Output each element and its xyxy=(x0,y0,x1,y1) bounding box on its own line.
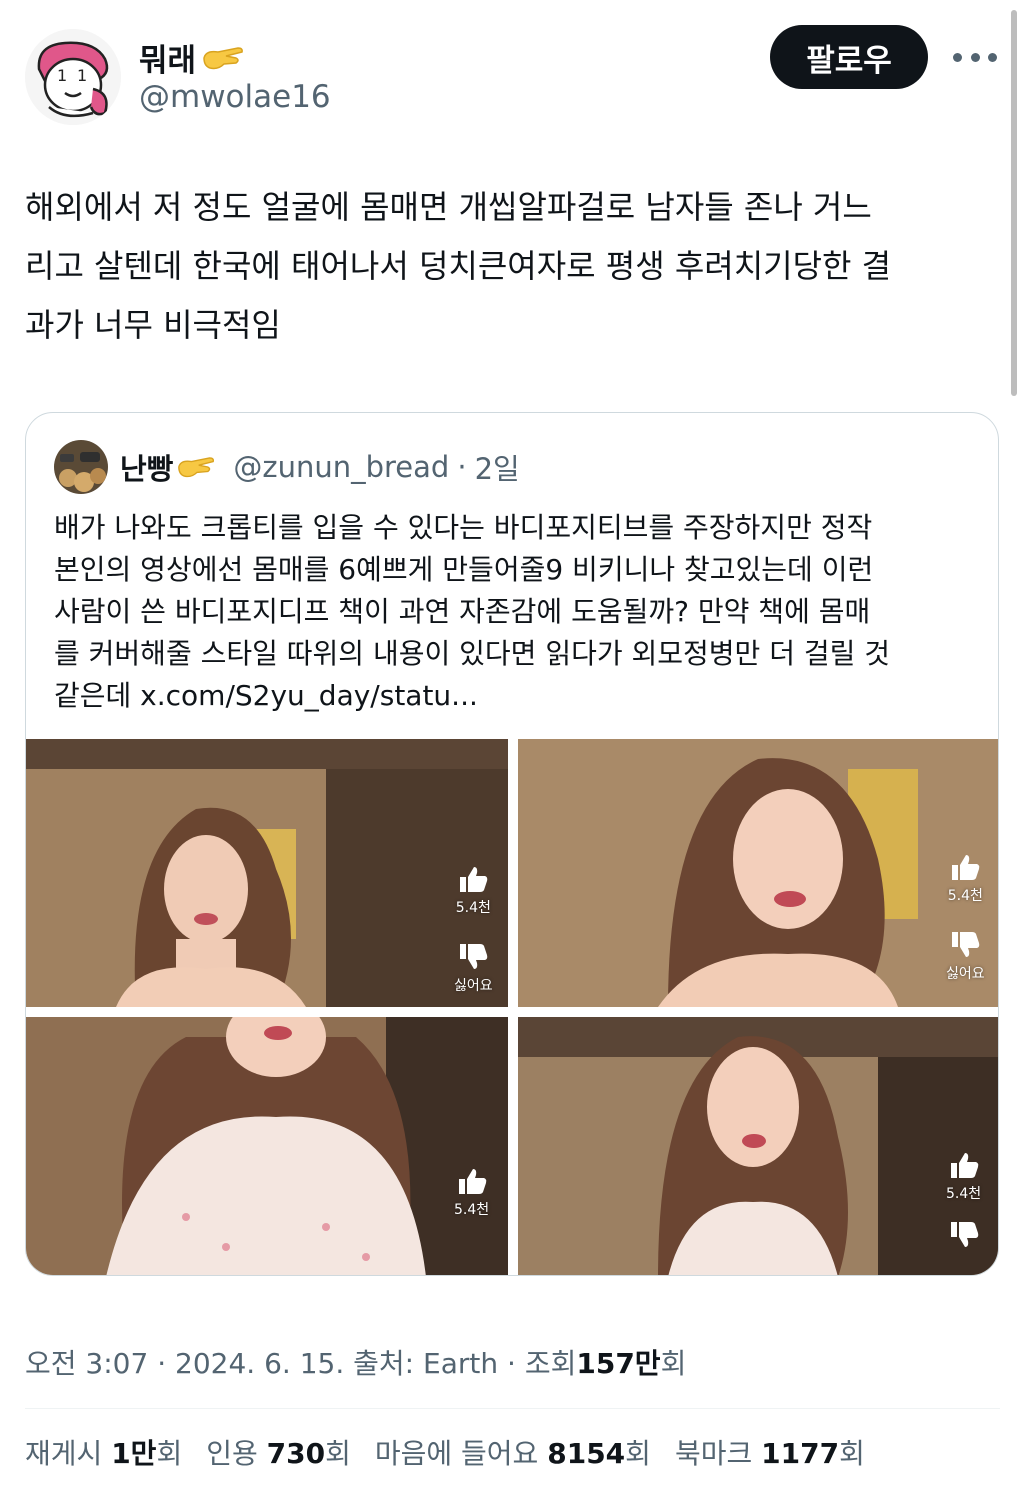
likes-label: 마음에 들어요 xyxy=(374,1437,539,1470)
separator-dot: · xyxy=(507,1347,516,1380)
pinching-hand-emoji-icon xyxy=(203,46,243,69)
like-count: 5.4천 xyxy=(455,900,491,916)
likes-unit: 회 xyxy=(625,1437,651,1470)
tweet-meta: 오전 3:07 · 2024. 6. 15. 출처: Earth · 조회157… xyxy=(25,1342,686,1382)
author-name[interactable]: 뭐래 xyxy=(139,35,196,80)
views-unit: 회 xyxy=(660,1347,687,1380)
thumbs-up-icon[interactable] xyxy=(457,1167,487,1195)
svg-text:1: 1 xyxy=(77,66,87,85)
separator-dot: · xyxy=(157,1347,167,1380)
quotes-stat[interactable]: 인용 730회 xyxy=(206,1432,351,1472)
likes-count: 8154 xyxy=(547,1437,626,1470)
bookmarks-unit: 회 xyxy=(839,1437,865,1470)
engagement-stats: 재게시 1만회 인용 730회 마음에 들어요 8154회 북마크 1177회 xyxy=(25,1432,865,1472)
media-image-3[interactable]: 5.4천 xyxy=(26,1017,508,1275)
thumbs-up-icon[interactable] xyxy=(950,853,980,881)
author-avatar[interactable]: 1 1 xyxy=(25,29,121,125)
tweet-source: Earth xyxy=(423,1347,499,1380)
tweet-time[interactable]: 오전 3:07 xyxy=(25,1347,148,1380)
views-count: 157만 xyxy=(576,1347,661,1380)
views-label: 조회 xyxy=(524,1347,577,1380)
thumbs-down-icon[interactable] xyxy=(458,943,488,971)
separator-dot: · xyxy=(457,450,467,484)
pinching-hand-emoji-icon xyxy=(178,457,215,478)
quotes-count: 730 xyxy=(266,1437,326,1470)
author-handle[interactable]: @mwolae16 xyxy=(139,79,331,115)
like-count: 5.4천 xyxy=(946,1186,982,1202)
retweets-unit: 회 xyxy=(156,1437,183,1470)
bookmarks-count: 1177 xyxy=(761,1437,840,1470)
quotes-label: 인용 xyxy=(206,1437,258,1470)
svg-text:1: 1 xyxy=(57,66,67,85)
media-1-reactions: 5.4천 싫어요 xyxy=(454,865,493,995)
source-label: 출처: xyxy=(353,1347,415,1380)
follow-button[interactable]: 팔로우 xyxy=(770,25,928,89)
thumbs-down-icon[interactable] xyxy=(950,931,980,959)
bookmarks-stat[interactable]: 북마크 1177회 xyxy=(675,1432,865,1472)
author-name-row[interactable]: 뭐래 xyxy=(139,35,244,80)
tweet-date[interactable]: 2024. 6. 15. xyxy=(175,1347,344,1380)
quoted-tweet-date[interactable]: 2일 xyxy=(475,446,520,488)
media-4-reactions: 5.4천 xyxy=(946,1151,981,1249)
thumbs-up-icon[interactable] xyxy=(949,1151,979,1179)
divider xyxy=(25,1408,1000,1409)
media-image-2[interactable]: 5.4천 싫어요 xyxy=(518,739,998,1007)
tweet-text: 해외에서 저 정도 얼굴에 몸매면 개씹알파걸로 남자들 존나 거느 리고 살텐… xyxy=(25,188,892,344)
likes-stat[interactable]: 마음에 들어요 8154회 xyxy=(375,1432,651,1472)
dislike-label: 싫어요 xyxy=(454,978,493,994)
dislike-label: 싫어요 xyxy=(946,966,985,982)
media-grid: 5.4천 싫어요 5.4천 싫어요 5.4천 5.4천 xyxy=(26,739,998,1275)
thumbs-down-icon[interactable] xyxy=(949,1221,979,1249)
retweets-label: 재게시 xyxy=(25,1437,103,1470)
thumbs-up-icon[interactable] xyxy=(458,865,488,893)
media-2-reactions: 5.4천 싫어요 xyxy=(946,853,985,983)
media-image-4[interactable]: 5.4천 xyxy=(518,1017,998,1275)
media-image-1[interactable]: 5.4천 싫어요 xyxy=(26,739,508,1007)
quoted-tweet-header: 난빵 @zunun_bread · 2일 xyxy=(54,439,520,495)
quoted-tweet-text: 배가 나와도 크롭티를 입을 수 있다는 바디포지티브를 주장하지만 정작 본인… xyxy=(54,511,891,712)
tweet-header: 1 1 뭐래 @mwolae16 팔로우 xyxy=(25,25,1000,125)
quoted-tweet-card[interactable]: 난빵 @zunun_bread · 2일 배가 나와도 크롭티를 입을 수 있다… xyxy=(25,412,999,1276)
more-options-icon[interactable] xyxy=(953,43,997,71)
like-count: 5.4천 xyxy=(454,1202,490,1218)
retweets-stat[interactable]: 재게시 1만회 xyxy=(25,1432,182,1472)
scrollbar[interactable] xyxy=(1011,10,1017,396)
bookmarks-label: 북마크 xyxy=(674,1437,753,1470)
retweets-count: 1만 xyxy=(111,1437,157,1470)
media-3-reactions: 5.4천 xyxy=(454,1167,489,1219)
quoted-author-name[interactable]: 난빵 xyxy=(120,446,173,488)
quoted-author-avatar[interactable] xyxy=(54,440,108,494)
like-count: 5.4천 xyxy=(947,888,983,904)
quoted-author-handle[interactable]: @zunun_bread xyxy=(233,450,449,484)
quotes-unit: 회 xyxy=(325,1437,351,1470)
